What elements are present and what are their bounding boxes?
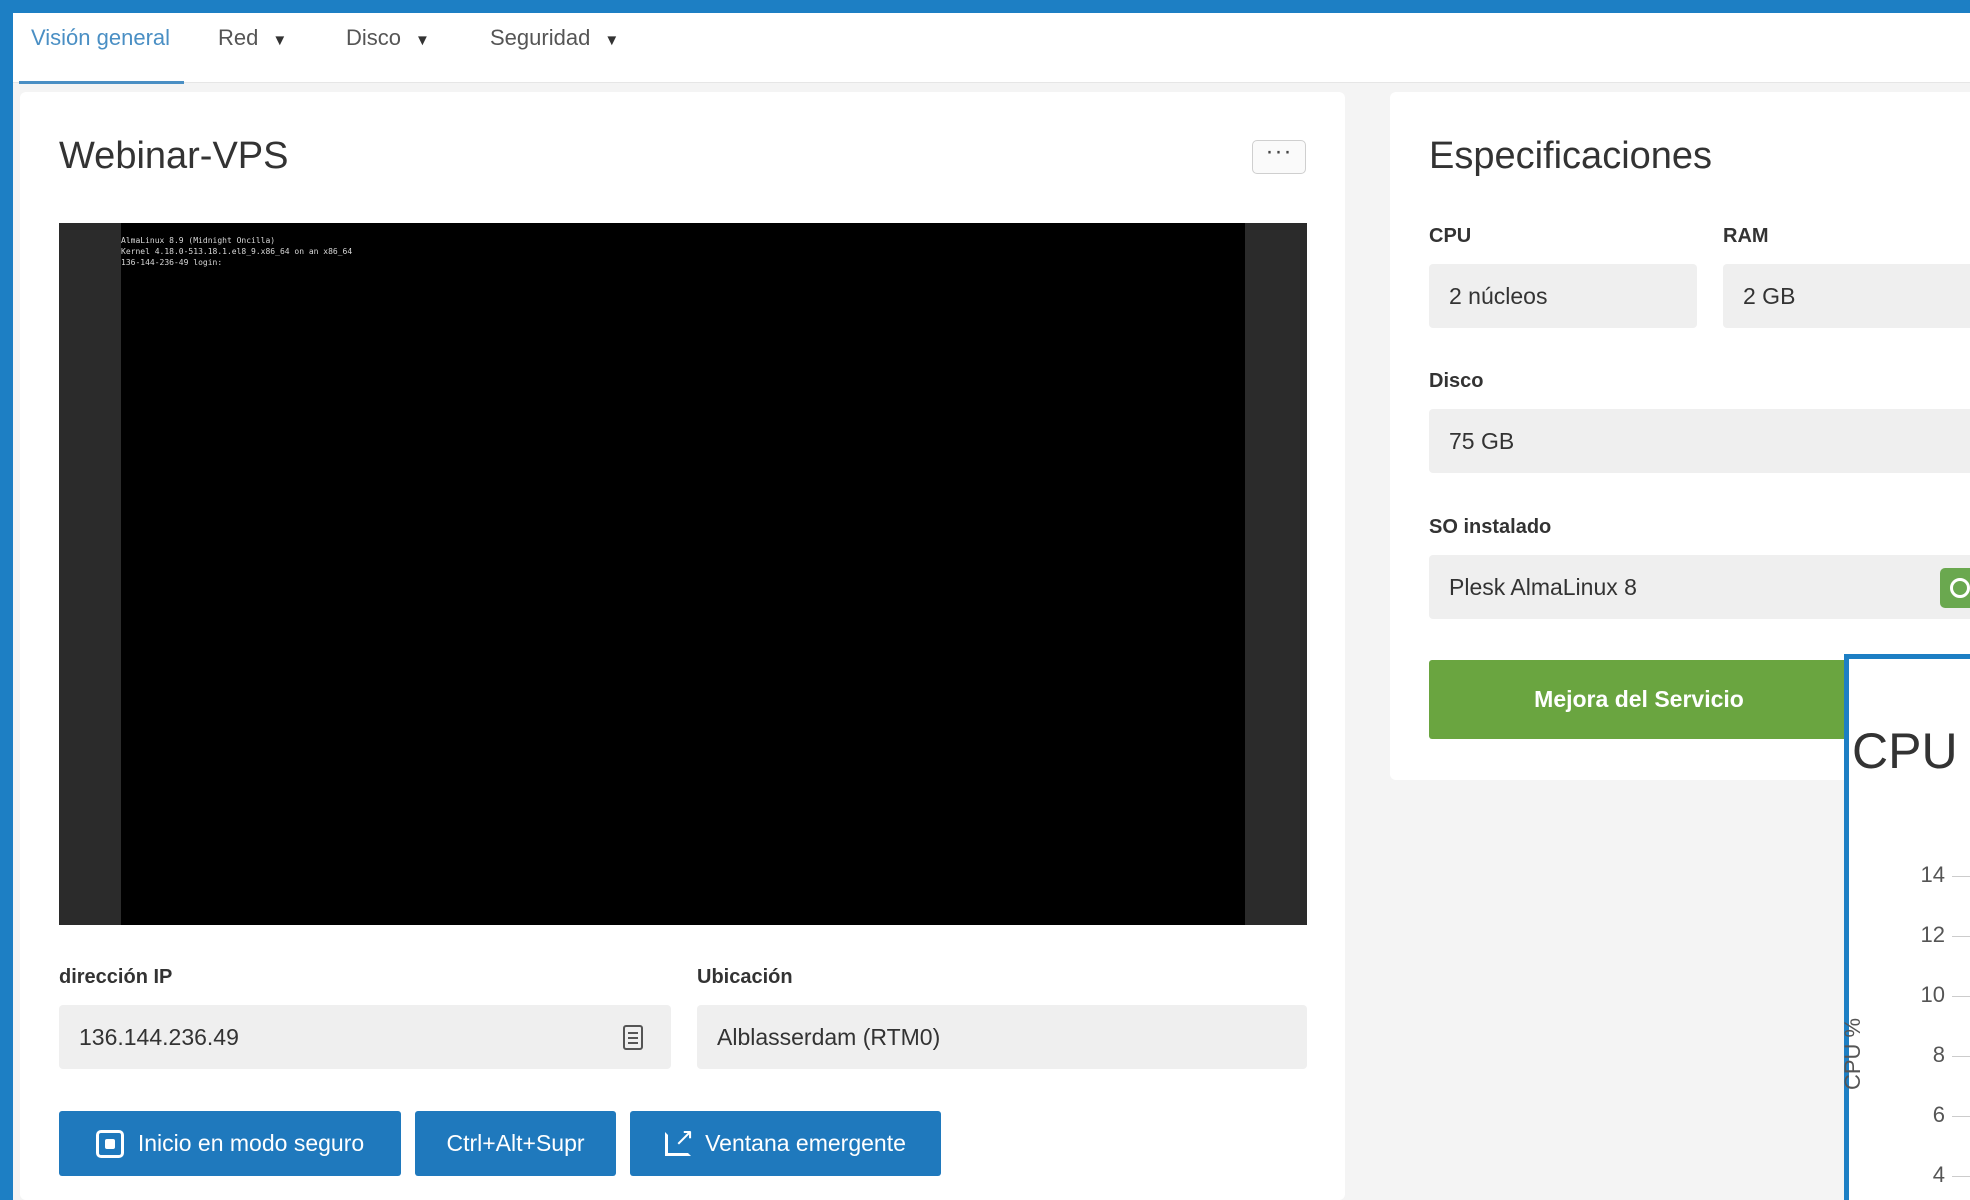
cpu-value: 2 núcleos bbox=[1449, 283, 1548, 309]
chart-y-axis-label: CPU % bbox=[1840, 1017, 1865, 1090]
chart-gridline bbox=[1952, 996, 1970, 997]
os-label: SO instalado bbox=[1429, 516, 1552, 538]
chart-y-tick-label: 4 bbox=[1932, 1162, 1945, 1187]
chart-y-tick-label: 14 bbox=[1920, 862, 1945, 887]
chart-gridline bbox=[1952, 1056, 1970, 1057]
tab-disk[interactable]: Disco ▼ bbox=[346, 13, 430, 83]
caret-down-icon: ▼ bbox=[604, 32, 620, 49]
os-field: Plesk AlmaLinux 8 bbox=[1429, 555, 1970, 619]
chart-gridline bbox=[1952, 1116, 1970, 1117]
upgrade-service-label: Mejora del Servicio bbox=[1534, 686, 1744, 712]
console-line: AlmaLinux 8.9 (Midnight Oncilla) bbox=[121, 236, 276, 245]
specs-title: Especificaciones bbox=[1429, 135, 1713, 177]
disk-field: 75 GB bbox=[1429, 409, 1970, 473]
safe-mode-button[interactable]: Inicio en modo seguro bbox=[59, 1111, 401, 1176]
os-value: Plesk AlmaLinux 8 bbox=[1449, 574, 1637, 600]
caret-down-icon: ▼ bbox=[415, 32, 430, 49]
chart-y-tick-label: 12 bbox=[1920, 922, 1945, 947]
console-line: 136-144-236-49 login: bbox=[121, 258, 223, 267]
external-link-icon bbox=[665, 1123, 694, 1156]
console-screen[interactable]: AlmaLinux 8.9 (Midnight Oncilla) Kernel … bbox=[121, 223, 1245, 925]
location-label: Ubicación bbox=[697, 966, 793, 988]
location-value: Alblasserdam (RTM0) bbox=[717, 1024, 941, 1050]
ram-value: 2 GB bbox=[1743, 283, 1796, 309]
tab-security-label: Seguridad bbox=[490, 25, 591, 50]
reinstall-os-icon[interactable] bbox=[1940, 568, 1970, 608]
chart-y-tick-label: 8 bbox=[1932, 1042, 1945, 1067]
caret-down-icon: ▼ bbox=[272, 32, 288, 49]
tab-overview-label: Visión general bbox=[31, 25, 171, 50]
chart-gridline bbox=[1952, 876, 1970, 877]
page-title: Webinar-VPS bbox=[59, 135, 289, 177]
chart-gridline bbox=[1952, 1176, 1970, 1177]
console-line: Kernel 4.18.0-513.18.1.el8_9.x86_64 on a… bbox=[121, 247, 353, 256]
chart-title: CPU bbox=[1852, 723, 1958, 779]
tab-bar: Visión general Red ▼ Disco ▼ Seguridad ▼ bbox=[13, 13, 1970, 84]
safe-mode-label: Inicio en modo seguro bbox=[137, 1130, 365, 1156]
safe-mode-icon bbox=[95, 1129, 124, 1158]
ellipsis-icon: ··· bbox=[1265, 138, 1293, 165]
popup-window-button[interactable]: Ventana emergente bbox=[630, 1111, 941, 1176]
ram-field: 2 GB bbox=[1723, 264, 1970, 328]
location-field: Alblasserdam (RTM0) bbox=[697, 1005, 1307, 1069]
tab-network-label: Red bbox=[218, 25, 259, 50]
chart-y-tick-label: 10 bbox=[1920, 982, 1945, 1007]
chart-y-tick-label: 6 bbox=[1932, 1102, 1945, 1127]
ip-value: 136.144.236.49 bbox=[79, 1024, 239, 1050]
ram-label: RAM bbox=[1723, 225, 1769, 247]
cpu-field: 2 núcleos bbox=[1429, 264, 1697, 328]
ip-field[interactable]: 136.144.236.49 bbox=[59, 1005, 671, 1069]
popup-window-label: Ventana emergente bbox=[705, 1130, 906, 1156]
tab-network[interactable]: Red ▼ bbox=[218, 13, 287, 83]
more-options-button[interactable]: ··· bbox=[1252, 140, 1306, 174]
disk-value: 75 GB bbox=[1449, 428, 1515, 454]
ctrl-alt-del-label: Ctrl+Alt+Supr bbox=[446, 1130, 585, 1156]
cpu-label: CPU bbox=[1429, 225, 1472, 247]
tab-disk-label: Disco bbox=[346, 25, 402, 50]
tab-overview[interactable]: Visión general bbox=[18, 13, 185, 84]
chart-gridline bbox=[1952, 936, 1970, 937]
copy-icon[interactable] bbox=[623, 1025, 643, 1050]
vnc-console[interactable]: AlmaLinux 8.9 (Midnight Oncilla) Kernel … bbox=[59, 223, 1307, 925]
ctrl-alt-del-button[interactable]: Ctrl+Alt+Supr bbox=[415, 1111, 616, 1176]
disk-label: Disco bbox=[1429, 370, 1484, 392]
ip-label: dirección IP bbox=[59, 966, 173, 988]
tab-security[interactable]: Seguridad ▼ bbox=[490, 13, 619, 83]
